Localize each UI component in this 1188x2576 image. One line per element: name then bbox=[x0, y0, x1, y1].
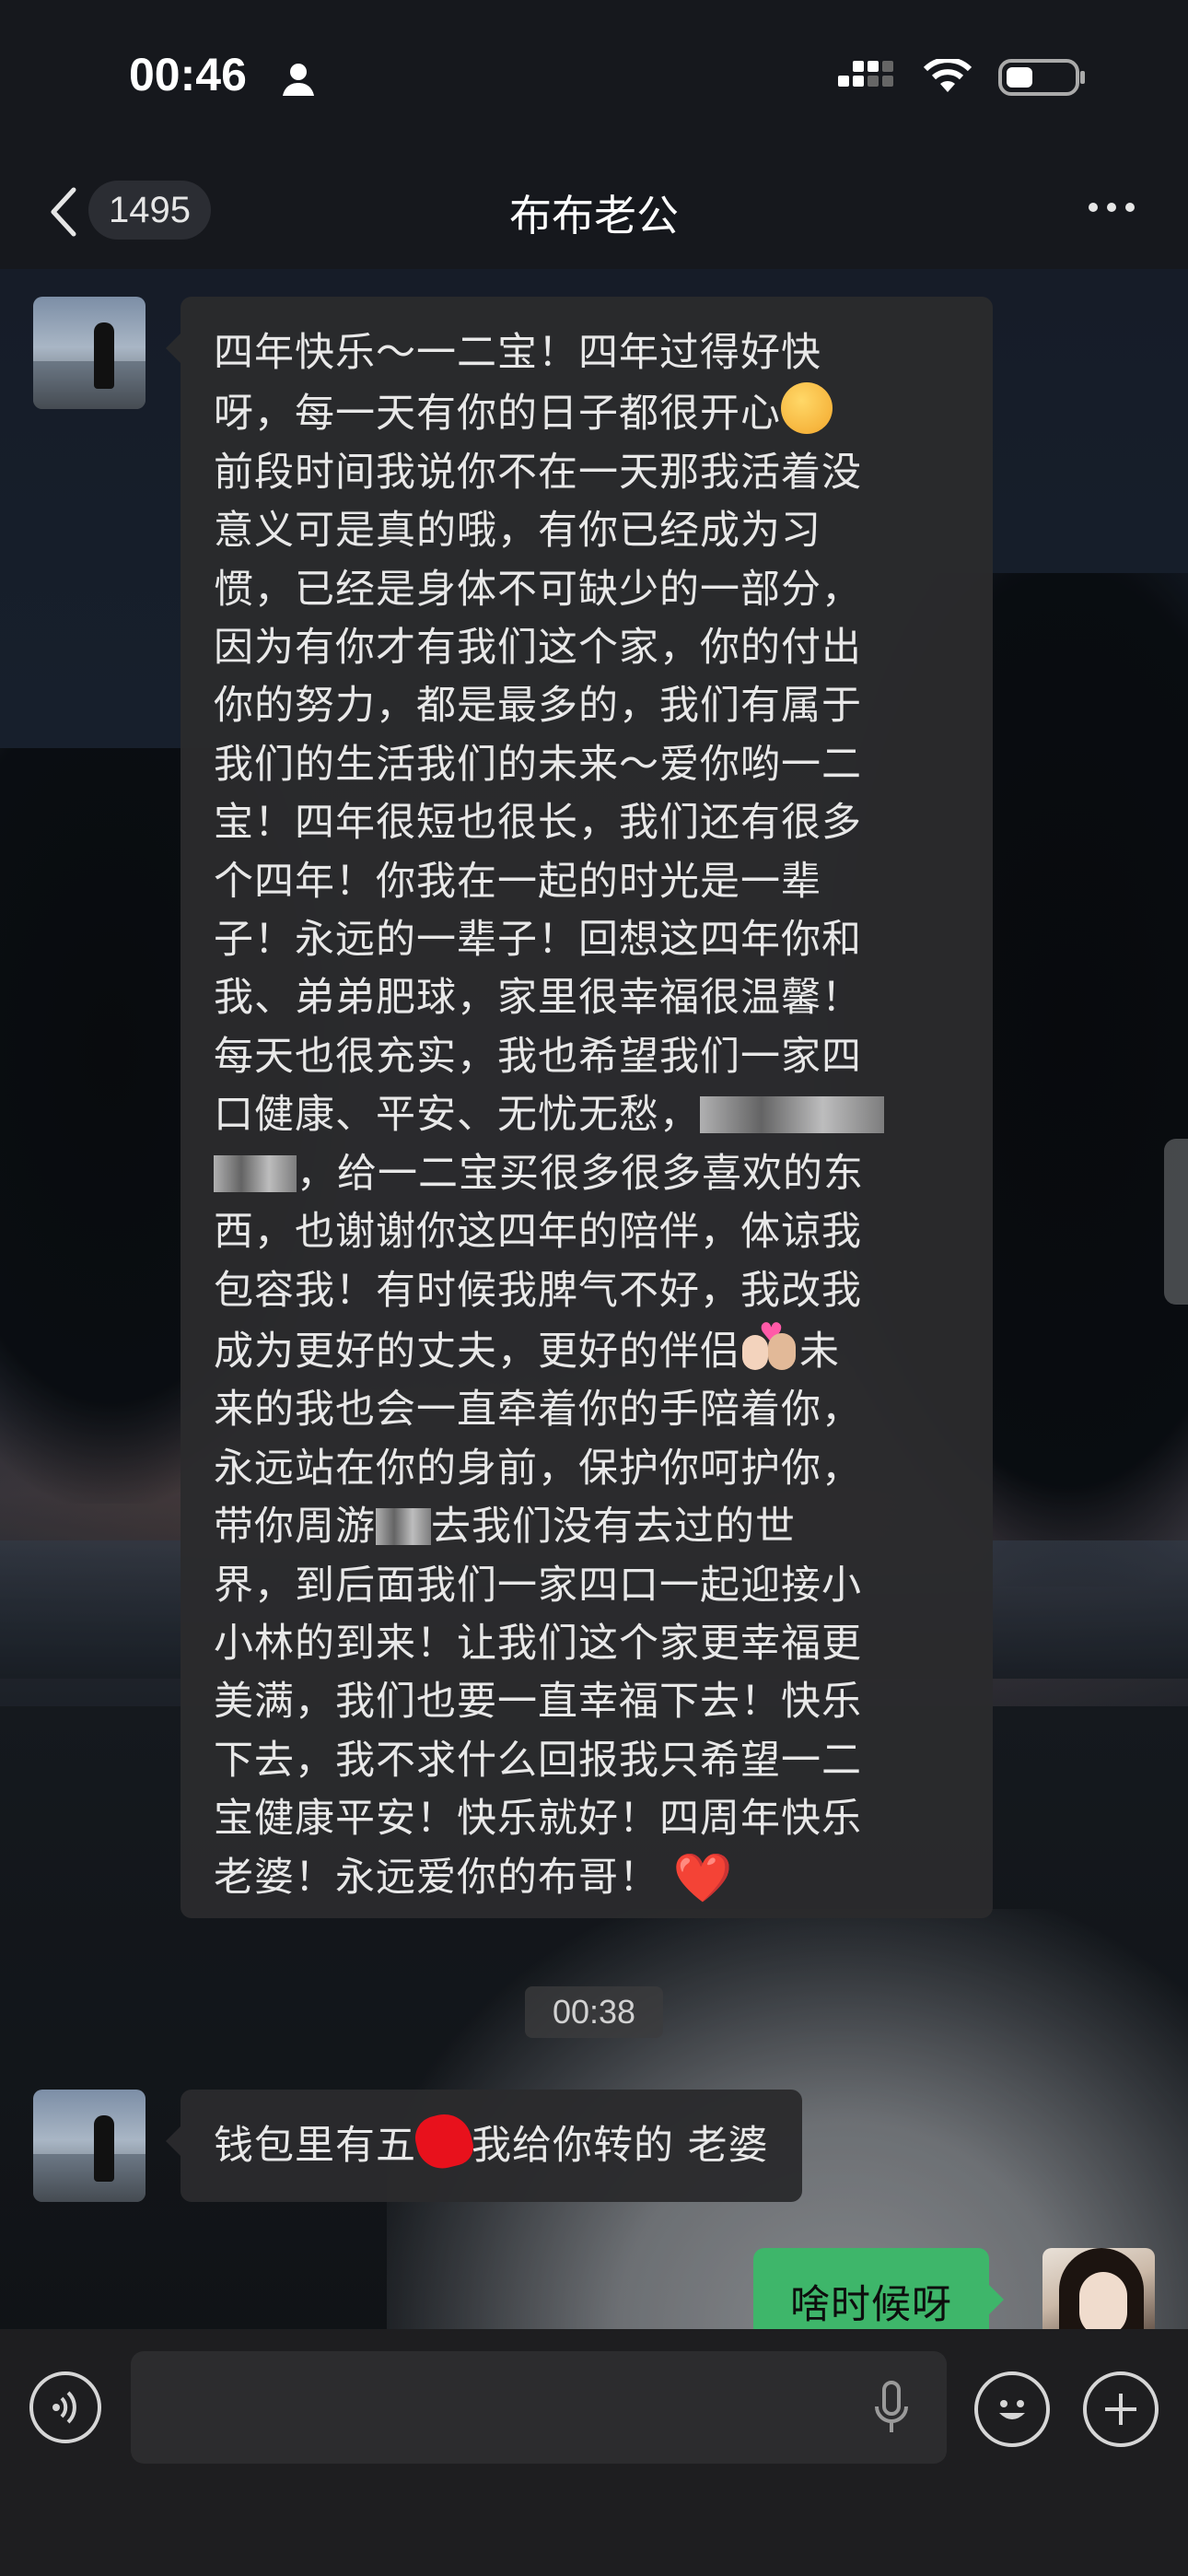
message-line: 来的我也会一直牵着你的手陪着你， bbox=[214, 1387, 862, 1434]
message-line: 意义可是真的哦，有你已经成为习 bbox=[214, 508, 821, 555]
message-line-redacted: 带你周游 去我们没有去过的世 bbox=[214, 1498, 993, 1556]
message-line-with-emoji: 呀，每一天有你的日子都很开心 bbox=[214, 382, 993, 443]
message-line-text: 去我们没有去过的世 bbox=[431, 1504, 796, 1551]
chat-title: 布布老公 bbox=[509, 191, 679, 240]
message-line: 前段时间我说你不在一天那我活着没 bbox=[214, 449, 862, 496]
blurred-text bbox=[376, 1508, 431, 1546]
message-line: 你的努力，都是最多的，我们有属于 bbox=[214, 683, 862, 730]
plus-icon[interactable] bbox=[1083, 2371, 1159, 2447]
redaction-mark bbox=[410, 2108, 478, 2174]
message-input[interactable] bbox=[131, 2351, 947, 2464]
message-line-with-emoji: 老婆！永远爱你的布哥！ ❤️ bbox=[214, 1849, 993, 1908]
avatar-contact[interactable] bbox=[33, 2090, 146, 2202]
message-line: 我、弟弟肥球，家里很幸福很温馨！ bbox=[214, 975, 862, 1022]
message-line-redacted: ，给一二宝买很多很多喜欢的东 bbox=[214, 1145, 993, 1203]
reply-text: 啥时候呀 bbox=[790, 2282, 952, 2328]
message-text-part: 我给你转的 老婆 bbox=[472, 2123, 769, 2169]
message-line: 包容我！有时候我脾气不好，我改我 bbox=[214, 1267, 862, 1314]
message-line: 西，也谢谢你这四年的陪伴，体谅我 bbox=[214, 1209, 862, 1256]
message-line: 四年快乐～一二宝！四年过得好快 bbox=[214, 330, 821, 376]
more-icon[interactable] bbox=[1089, 203, 1135, 212]
message-line: 永远站在你的身前，保护你呵护你， bbox=[214, 1445, 862, 1492]
battery-icon bbox=[998, 59, 1085, 96]
message-timestamp: 00:38 bbox=[525, 1986, 663, 2038]
message-line: 子！永远的一辈子！回想这四年你和 bbox=[214, 917, 862, 964]
message-line: 宝健康平安！快乐就好！四周年快乐 bbox=[214, 1796, 862, 1843]
status-bar: 00:46 bbox=[0, 0, 1188, 157]
message-line: 下去，我不求什么回报我只希望一二 bbox=[214, 1737, 862, 1784]
message-line: 我们的生活我们的未来～爱你哟一二 bbox=[214, 741, 862, 788]
chat-header: 1495 布布老公 bbox=[0, 157, 1188, 269]
voice-icon[interactable] bbox=[29, 2371, 101, 2443]
message-line-text: 未 bbox=[799, 1328, 840, 1375]
emoji-icon[interactable] bbox=[974, 2371, 1050, 2447]
message-line-text: 呀，每一天有你的日子都很开心 bbox=[214, 391, 781, 438]
partying-face-emoji-icon bbox=[781, 382, 833, 435]
blurred-text bbox=[214, 1154, 297, 1192]
message-line: 宝！四年很短也很长，我们还有很多 bbox=[214, 800, 862, 847]
blurred-text bbox=[700, 1096, 884, 1134]
message-line: 惯，已经是身体不可缺少的一部分， bbox=[214, 566, 862, 613]
mic-icon[interactable] bbox=[873, 2379, 910, 2436]
message-bubble-short[interactable]: 钱包里有五 我给你转的 老婆 bbox=[166, 2090, 802, 2202]
message-line-text: 老婆！永远爱你的布哥！ bbox=[214, 1854, 659, 1901]
message-line-redacted: 口健康、平安、无忧无愁， bbox=[214, 1086, 993, 1144]
message-line: 美满，我们也要一直幸福下去！快乐 bbox=[214, 1679, 862, 1726]
message-line: 每天也很充实，我也希望我们一家四 bbox=[214, 1033, 862, 1080]
message-line: 界，到后面我们一家四口一起迎接小 bbox=[214, 1562, 862, 1609]
message-line: 小林的到来！让我们这个家更幸福更 bbox=[214, 1620, 862, 1667]
message-text-part: 钱包里有五 bbox=[214, 2123, 416, 2169]
message-line-with-emoji: 成为更好的丈夫，更好的伴侣 ♥ 未 bbox=[214, 1319, 993, 1381]
status-time: 00:46 bbox=[129, 49, 247, 100]
message-line-text: 带你周游 bbox=[214, 1504, 376, 1551]
input-bar bbox=[0, 2329, 1188, 2576]
avatar-contact[interactable] bbox=[33, 297, 146, 409]
message-line-text: 成为更好的丈夫，更好的伴侣 bbox=[214, 1328, 740, 1375]
side-scroll-handle[interactable] bbox=[1164, 1139, 1188, 1305]
signal-icon bbox=[838, 61, 893, 87]
red-heart-emoji-icon: ❤️ bbox=[672, 1850, 734, 1906]
wifi-icon bbox=[923, 59, 973, 92]
message-line-text: 口健康、平安、无忧无愁， bbox=[214, 1092, 700, 1139]
message-line-text: ，给一二宝买很多很多喜欢的东 bbox=[297, 1150, 864, 1197]
message-line: 因为有你才有我们这个家，你的付出 bbox=[214, 625, 862, 672]
couple-with-heart-emoji-icon: ♥ bbox=[740, 1319, 799, 1372]
person-icon bbox=[283, 64, 314, 96]
message-bubble-long[interactable]: 四年快乐～一二宝！四年过得好快 呀，每一天有你的日子都很开心 前段时间我说你不在… bbox=[166, 297, 993, 1918]
message-line: 个四年！你我在一起的时光是一辈 bbox=[214, 858, 821, 905]
